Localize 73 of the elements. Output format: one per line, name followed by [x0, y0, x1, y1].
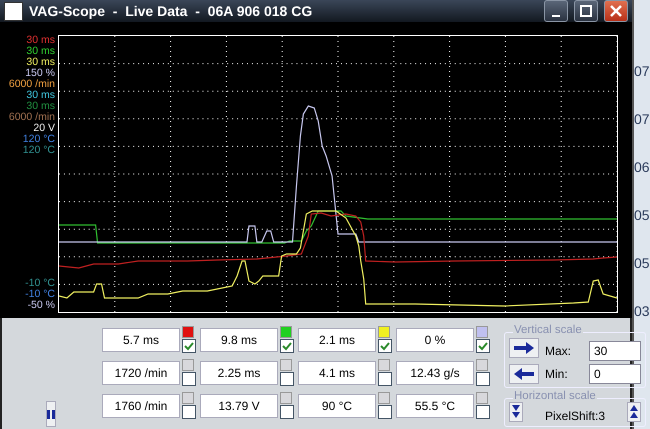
color-swatch — [378, 359, 390, 371]
pause-icon — [47, 410, 55, 418]
scale-label: 30 ms — [26, 35, 55, 46]
channel-value: 90 °C — [298, 394, 376, 418]
channel-value: 0 % — [396, 328, 474, 352]
scale-label: 30 ms — [26, 101, 55, 112]
channel-value: 4.1 ms — [298, 361, 376, 385]
channel-checkbox[interactable] — [476, 339, 490, 353]
group-title: Vertical scale — [513, 324, 583, 336]
channel-value: 1720 /min — [102, 361, 180, 385]
increase-button[interactable] — [627, 402, 641, 422]
channel-value: 12.43 g/s — [396, 361, 474, 385]
scale-label: 20 V — [33, 123, 55, 134]
maximize-button[interactable] — [574, 0, 598, 22]
maximize-icon — [580, 5, 592, 17]
color-swatch — [476, 392, 488, 404]
channel-checkbox[interactable] — [182, 339, 196, 353]
color-swatch — [182, 359, 194, 371]
background-text: 07 — [634, 110, 650, 128]
min-field[interactable]: 0 — [589, 364, 641, 384]
group-title: Horizontal scale — [513, 390, 597, 402]
scale-label: -50 % — [28, 300, 55, 311]
color-swatch — [476, 359, 488, 371]
scale-label: 6000 /min — [8, 79, 55, 90]
channel-value: 2.1 ms — [298, 328, 376, 352]
field-label: Min: — [545, 367, 569, 381]
channel-checkbox[interactable] — [182, 405, 196, 419]
background-text: 06 — [634, 158, 650, 176]
scale-label: 30 ms — [26, 90, 55, 101]
channel-checkbox[interactable] — [280, 405, 294, 419]
background-text: 05 — [634, 206, 650, 224]
channel-value: 9.8 ms — [200, 328, 278, 352]
scale-label: 120 °C — [22, 134, 55, 145]
channel-checkbox[interactable] — [182, 372, 196, 386]
channel-checkbox[interactable] — [476, 405, 490, 419]
channel-value: 55.5 °C — [396, 394, 474, 418]
channel-checkbox[interactable] — [378, 372, 392, 386]
field-label: Max: — [545, 344, 572, 358]
minimize-icon — [552, 15, 560, 17]
max-field[interactable]: 30 — [589, 341, 641, 361]
left-arrow-button[interactable] — [509, 364, 539, 384]
background-text: 03 — [634, 302, 650, 320]
channel-checkbox[interactable] — [378, 405, 392, 419]
scale-label: -10 °C — [25, 278, 55, 289]
window-title: VAG-Scope - Live Data - 06A 906 018 CG — [29, 3, 314, 19]
scale-label: 120 °C — [22, 145, 55, 156]
close-button[interactable] — [604, 0, 628, 22]
pause-button[interactable] — [46, 401, 56, 427]
color-swatch — [280, 392, 292, 404]
right-arrow-button[interactable] — [509, 338, 539, 358]
scale-label: -10 °C — [25, 289, 55, 300]
background-text: 07 — [634, 62, 650, 80]
channel-checkbox[interactable] — [476, 372, 490, 386]
color-swatch — [378, 392, 390, 404]
channel-checkbox[interactable] — [280, 339, 294, 353]
channel-value: 2.25 ms — [200, 361, 278, 385]
channel-value: 1760 /min — [102, 394, 180, 418]
scale-label: 6000 /min — [8, 112, 55, 123]
scale-label: 30 ms — [26, 46, 55, 57]
color-swatch — [280, 359, 292, 371]
color-swatch — [182, 392, 194, 404]
minimize-button[interactable] — [544, 0, 568, 22]
channel-value: 5.7 ms — [102, 328, 180, 352]
app-logo-icon — [4, 2, 23, 20]
scale-label: 30 ms — [26, 57, 55, 68]
channel-checkbox[interactable] — [280, 372, 294, 386]
decrease-button[interactable] — [509, 402, 523, 422]
channel-checkbox[interactable] — [378, 339, 392, 353]
pixel-shift-value: PixelShift:3 — [544, 409, 606, 423]
close-icon — [610, 5, 622, 17]
background-text: 05 — [634, 254, 650, 272]
channel-value: 13.79 V — [200, 394, 278, 418]
scale-label: 150 % — [25, 68, 55, 79]
